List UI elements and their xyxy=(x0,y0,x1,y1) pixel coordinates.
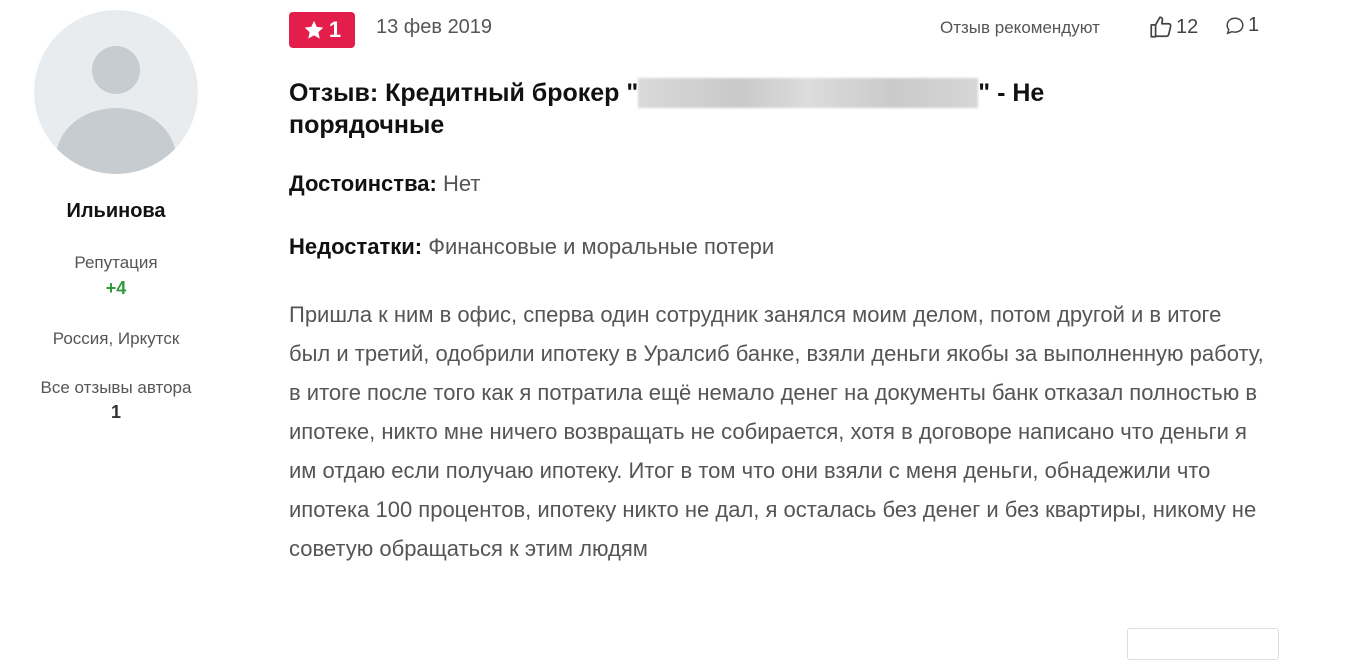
review-body: Пришла к ним в офис, сперва один сотрудн… xyxy=(289,302,1264,561)
reputation-label: Репутация xyxy=(74,253,158,272)
author-location: Россия, Иркутск xyxy=(52,329,180,348)
cons-label: Недостатки: xyxy=(289,234,423,259)
partial-button[interactable] xyxy=(1127,628,1279,660)
rating-value: 1 xyxy=(328,17,342,42)
rating-badge: 1 xyxy=(289,12,355,48)
pros-row: Достоинства: Нет xyxy=(289,171,480,197)
recommend-label: Отзыв рекомендуют xyxy=(940,18,1100,37)
avatar-body-shape xyxy=(56,108,176,174)
avatar-head-shape xyxy=(92,46,140,94)
like-count: 12 xyxy=(1176,15,1199,38)
star-icon xyxy=(304,20,324,39)
comments-button[interactable]: 1 xyxy=(1224,14,1259,37)
reputation-value: +4 xyxy=(105,278,127,298)
author-name[interactable]: Ильинова xyxy=(0,200,232,223)
cons-row: Недостатки: Финансовые и моральные потер… xyxy=(289,234,774,260)
all-reviews-count[interactable]: 1 xyxy=(0,402,232,423)
like-button[interactable]: 12 xyxy=(1148,14,1198,40)
review-title[interactable]: Отзыв: Кредитный брокер " " - Не порядочн… xyxy=(289,77,1189,141)
thumbs-up-icon xyxy=(1150,16,1172,38)
comment-icon xyxy=(1226,16,1244,35)
all-reviews-link[interactable]: Все отзывы автора xyxy=(0,378,232,398)
pros-label: Достоинства: xyxy=(289,171,437,196)
avatar[interactable] xyxy=(34,10,198,174)
review-title-prefix: Отзыв: Кредитный брокер " xyxy=(289,79,639,107)
redacted-company-name xyxy=(638,78,979,108)
comment-count: 1 xyxy=(1248,14,1260,36)
cons-text: Финансовые и моральные потери xyxy=(422,234,775,259)
pros-text: Нет xyxy=(436,171,481,196)
review-date: 13 фев 2019 xyxy=(376,16,493,38)
